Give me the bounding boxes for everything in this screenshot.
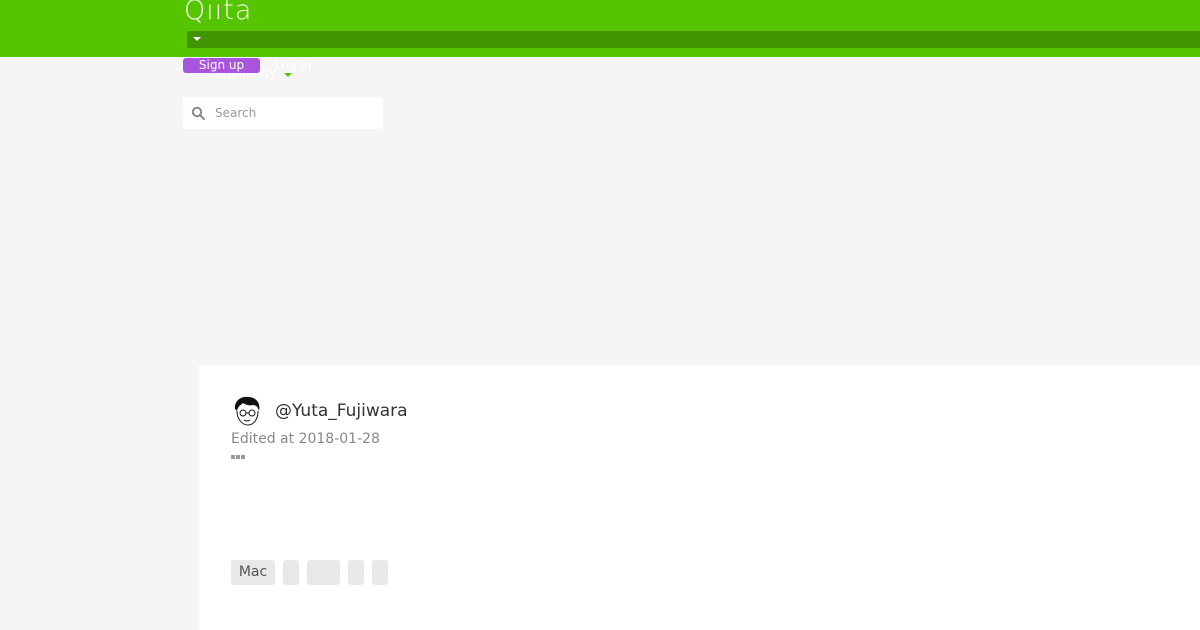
signup-button[interactable]: Sign up [183,58,260,73]
search-icon [191,106,205,120]
more-dots-icon[interactable] [231,455,247,461]
avatar[interactable] [231,395,263,427]
login-link[interactable]: Log in [275,58,311,73]
tag-item[interactable] [372,560,388,585]
tag-item[interactable] [283,560,299,585]
caret-down-icon[interactable] [193,37,201,41]
search-box[interactable] [183,97,383,129]
nav-bar[interactable] [187,31,1200,48]
site-header: Qiita [0,0,1200,57]
author-name[interactable]: @Yuta_Fujiwara [275,400,408,422]
qiita-logo[interactable]: Qiita [184,0,252,28]
article-card: @Yuta_Fujiwara Edited at 2018-01-28 Mac [199,365,1200,630]
search-input[interactable] [209,97,377,129]
tag-item[interactable] [307,560,340,585]
edited-date: Edited at 2018-01-28 [231,431,380,447]
community-caret-icon[interactable] [284,73,292,77]
tag-item[interactable]: Mac [231,560,275,585]
tag-item[interactable] [348,560,364,585]
